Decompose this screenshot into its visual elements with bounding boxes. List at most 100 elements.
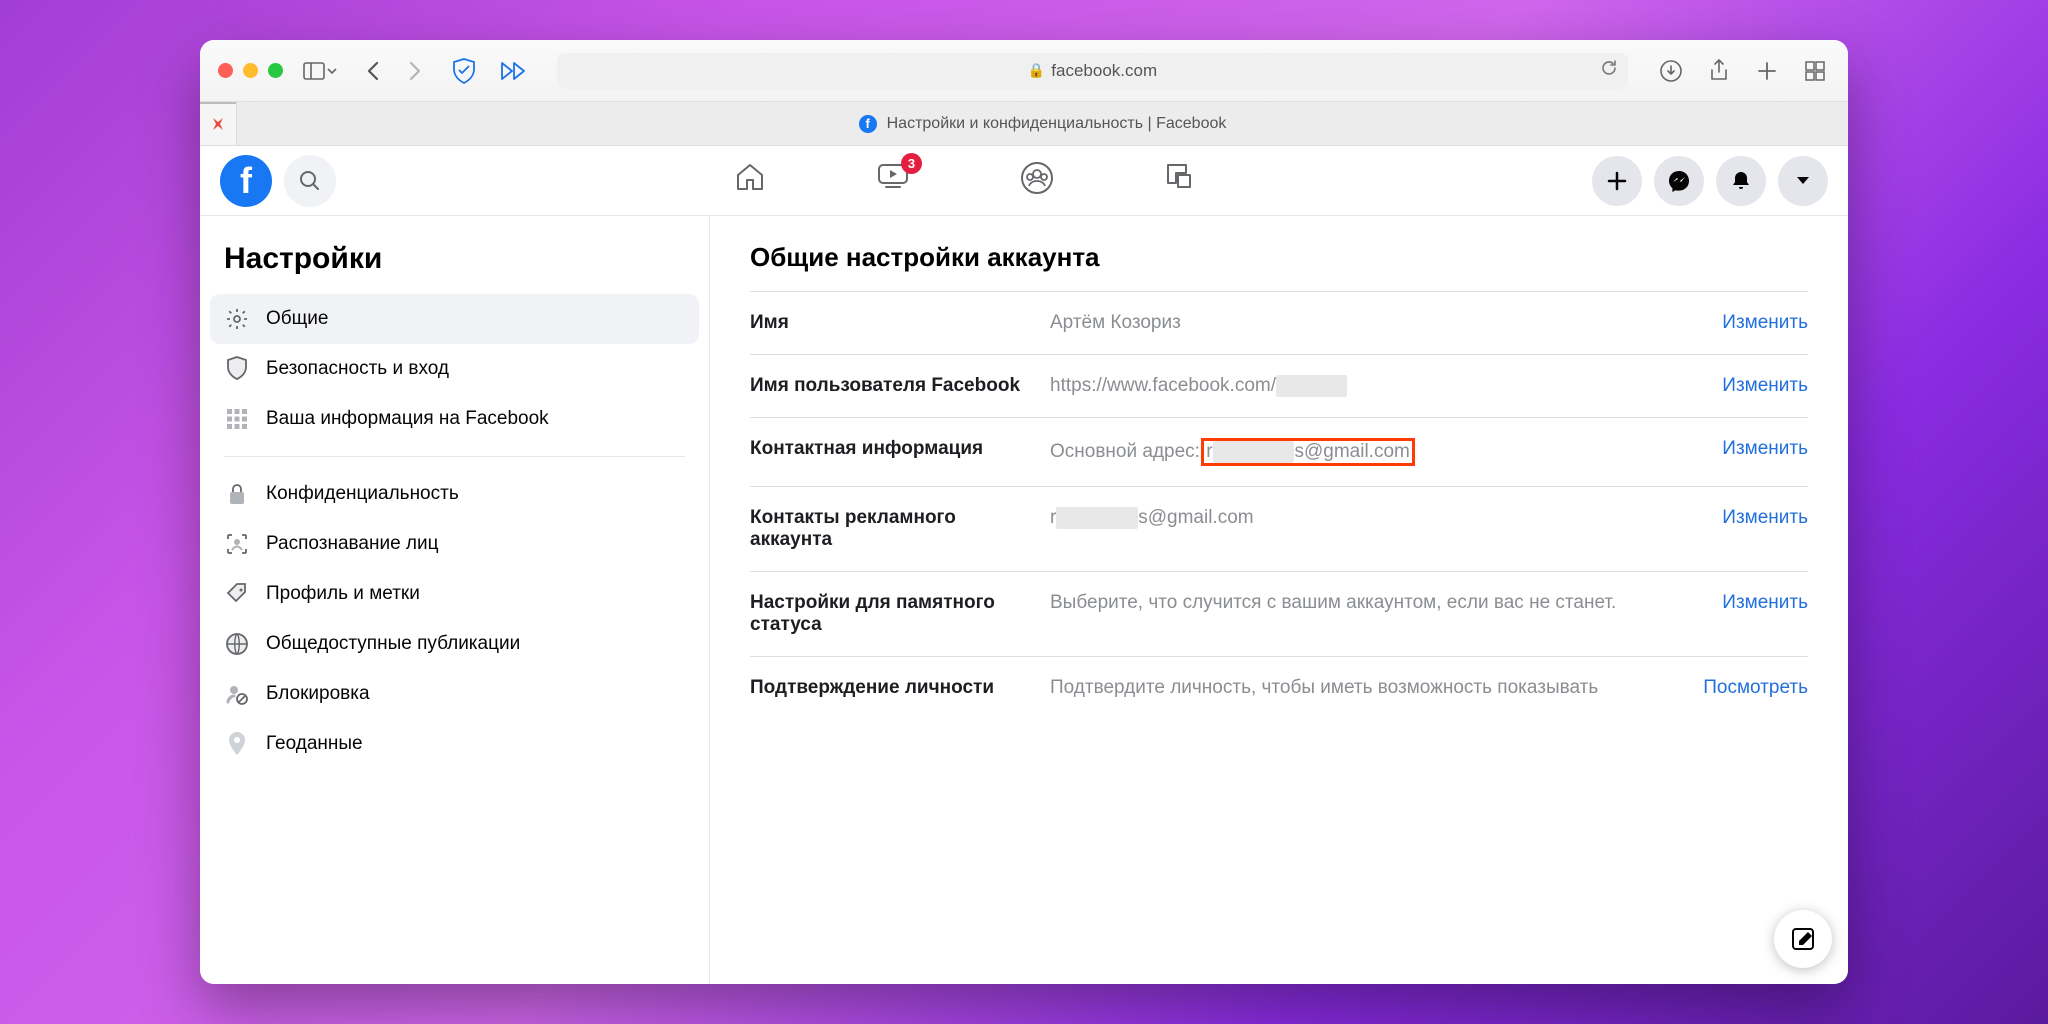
blocking-icon [224,681,250,707]
sidebar-toggle-button[interactable] [303,62,337,80]
sidebar-item-label: Общие [266,308,328,330]
sidebar-item-general[interactable]: Общие [210,294,699,344]
shield-icon [224,356,250,382]
create-button[interactable] [1592,156,1642,206]
row-value: Выберите, что случится с вашим аккаунтом… [1050,592,1702,614]
account-menu-button[interactable] [1778,156,1828,206]
sidebar-title: Настройки [224,242,699,276]
tab-facebook-settings[interactable]: f Настройки и конфиденциальность | Faceb… [237,102,1848,145]
row-value: Артём Козориз [1050,312,1702,334]
sidebar-item-privacy[interactable]: Конфиденциальность [210,469,699,519]
compose-fab[interactable] [1774,910,1832,968]
edit-link[interactable]: Изменить [1722,507,1808,529]
shield-icon[interactable] [449,56,479,86]
row-value: Подтвердите личность, чтобы иметь возмож… [1050,677,1683,699]
watch-badge: 3 [901,153,922,174]
edit-link[interactable]: Изменить [1722,375,1808,397]
browser-window: 🔒 facebook.com f На [200,40,1848,984]
tab-strip: f Настройки и конфиденциальность | Faceb… [200,102,1848,146]
notifications-button[interactable] [1716,156,1766,206]
sidebar-item-label: Распознавание лиц [266,533,439,555]
highlighted-email: r s@gmail.com [1201,438,1415,466]
bell-icon [1729,169,1753,193]
row-label: Подтверждение личности [750,677,1030,699]
location-icon [224,731,250,757]
share-button[interactable] [1704,56,1734,86]
grid-icon [224,406,250,432]
nav-watch[interactable]: 3 [876,161,910,200]
sidebar-item-profile-tagging[interactable]: Профиль и метки [210,569,699,619]
close-window-button[interactable] [218,63,233,78]
page-title: Общие настройки аккаунта [750,242,1808,273]
main-panel: Общие настройки аккаунта Имя Артём Козор… [710,216,1848,984]
browser-toolbar: 🔒 facebook.com [200,40,1848,102]
row-ad-contact: Контакты рекламного аккаунта r s@gmail.c… [750,486,1808,571]
home-icon [734,161,766,193]
edit-link[interactable]: Изменить [1722,312,1808,334]
traffic-lights [218,63,283,78]
content-area: Настройки Общие Безопасность и вход Ваша… [200,216,1848,984]
sidebar-item-label: Безопасность и вход [266,358,449,380]
sidebar-item-public-posts[interactable]: Общедоступные публикации [210,619,699,669]
fb-search-button[interactable] [284,155,336,207]
sidebar-item-label: Профиль и метки [266,583,420,605]
tabs-overview-button[interactable] [1800,56,1830,86]
compose-icon [1790,926,1816,952]
messenger-button[interactable] [1654,156,1704,206]
search-icon [299,170,321,192]
nav-gaming[interactable] [1164,161,1194,200]
row-value: Основной адрес: r s@gmail.com [1050,438,1702,466]
row-memorial: Настройки для памятного статуса Выберите… [750,571,1808,656]
maximize-window-button[interactable] [268,63,283,78]
row-label: Настройки для памятного статуса [750,592,1030,636]
row-username: Имя пользователя Facebook https://www.fa… [750,354,1808,417]
reload-button[interactable] [1600,59,1618,82]
forward-button[interactable] [399,56,429,86]
nav-home[interactable] [734,161,766,200]
row-value: https://www.facebook.com/ [1050,375,1702,397]
globe-icon [224,631,250,657]
row-label: Имя [750,312,1030,334]
row-name: Имя Артём Козориз Изменить [750,291,1808,354]
fast-forward-icon[interactable] [499,56,529,86]
sidebar-item-location[interactable]: Геоданные [210,719,699,769]
fb-header: f 3 [200,146,1848,216]
gaming-icon [1164,161,1194,191]
settings-sidebar: Настройки Общие Безопасность и вход Ваша… [200,216,710,984]
messenger-icon [1667,169,1691,193]
row-label: Имя пользователя Facebook [750,375,1030,397]
lock-icon: 🔒 [1028,62,1045,79]
gear-icon [224,306,250,332]
caret-down-icon [1795,175,1811,187]
groups-icon [1020,161,1054,195]
edit-link[interactable]: Изменить [1722,592,1808,614]
tag-icon [224,581,250,607]
address-bar[interactable]: 🔒 facebook.com [557,53,1628,89]
sidebar-item-blocking[interactable]: Блокировка [210,669,699,719]
sidebar-item-label: Блокировка [266,683,370,705]
sidebar-item-label: Конфиденциальность [266,483,459,505]
pinned-tab[interactable] [200,102,237,145]
new-tab-button[interactable] [1752,56,1782,86]
sidebar-item-label: Ваша информация на Facebook [266,408,549,430]
tab-title: Настройки и конфиденциальность | Faceboo… [887,115,1227,133]
row-identity: Подтверждение личности Подтвердите лично… [750,656,1808,719]
row-label: Контакты рекламного аккаунта [750,507,1030,551]
sidebar-item-your-info[interactable]: Ваша информация на Facebook [210,394,699,444]
back-button[interactable] [359,56,389,86]
plus-icon [1606,170,1628,192]
row-value: r s@gmail.com [1050,507,1702,529]
facebook-favicon: f [859,115,877,133]
url-text: facebook.com [1051,61,1157,81]
nav-groups[interactable] [1020,161,1054,200]
minimize-window-button[interactable] [243,63,258,78]
fb-logo[interactable]: f [220,155,272,207]
sidebar-item-security[interactable]: Безопасность и вход [210,344,699,394]
row-contact: Контактная информация Основной адрес: r … [750,417,1808,486]
view-link[interactable]: Посмотреть [1703,677,1808,699]
lock-icon [224,481,250,507]
sidebar-item-face-recognition[interactable]: Распознавание лиц [210,519,699,569]
edit-link[interactable]: Изменить [1722,438,1808,460]
sidebar-divider [224,456,685,457]
downloads-button[interactable] [1656,56,1686,86]
